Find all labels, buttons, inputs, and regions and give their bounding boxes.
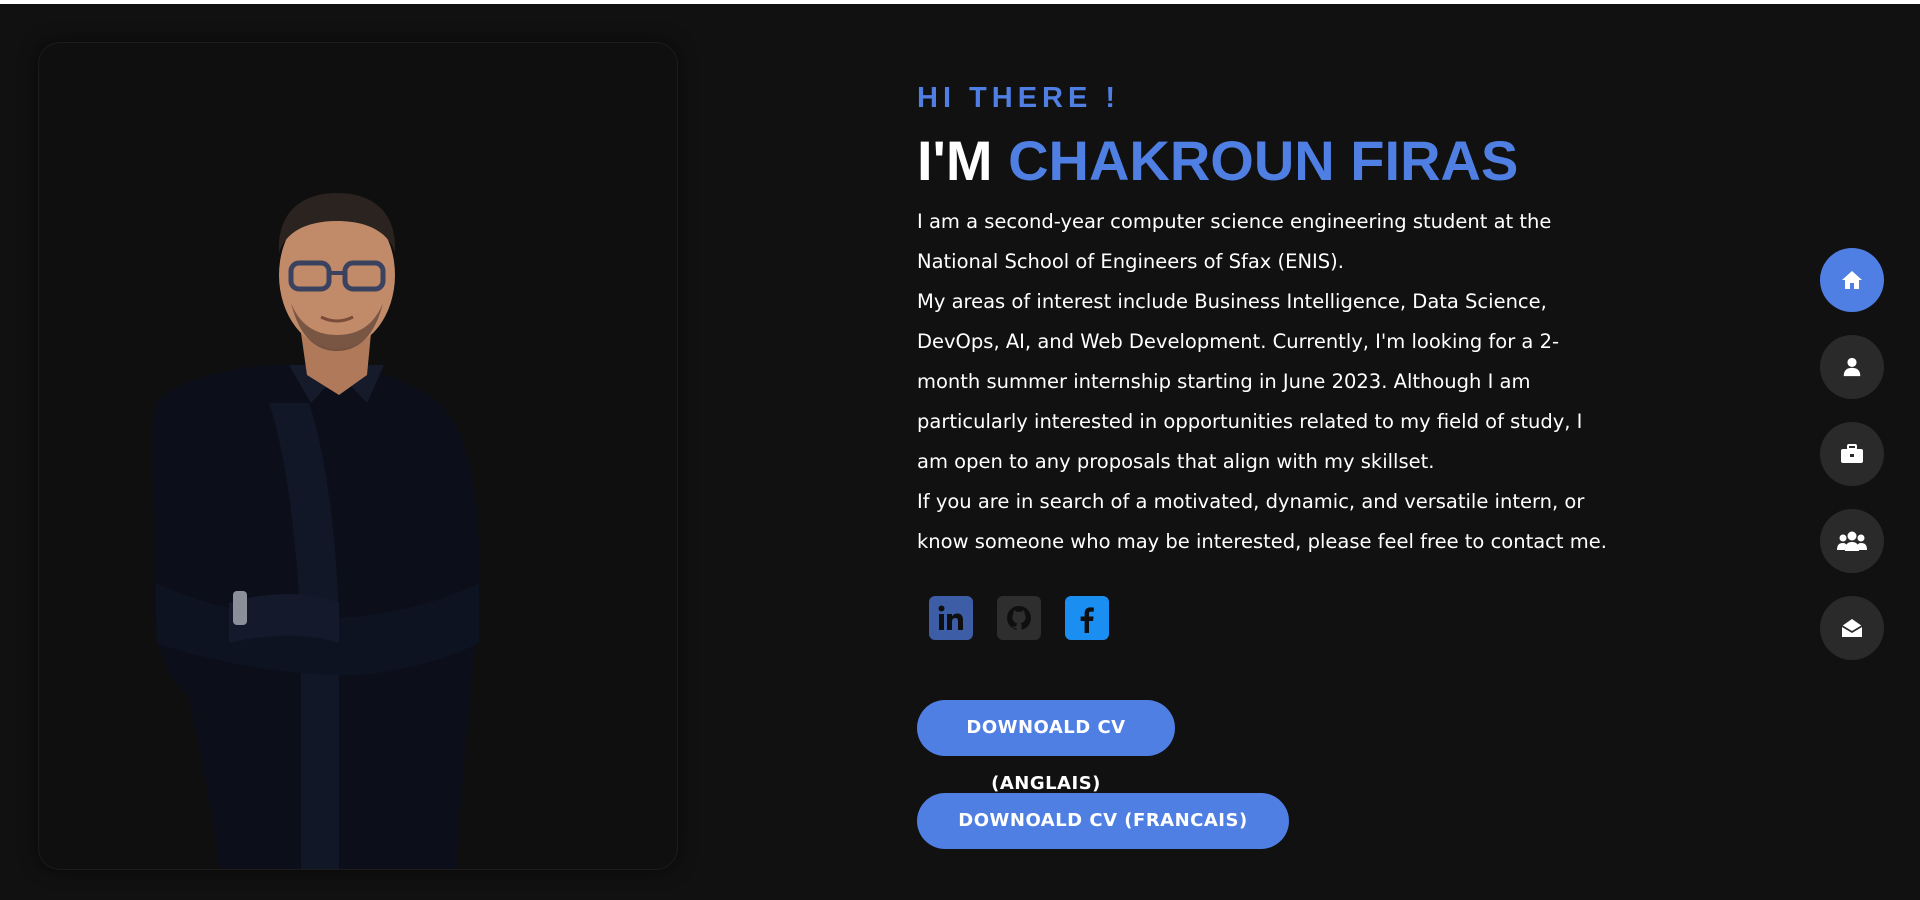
bio: I am a second-year computer science engi… <box>917 202 1617 562</box>
bio-paragraph: My areas of interest include Business In… <box>917 290 1583 473</box>
hero-content: HI THERE ! I'M CHAKROUN FIRAS I am a sec… <box>917 78 1617 851</box>
nav-contact[interactable] <box>1820 596 1884 660</box>
user-icon <box>1843 357 1861 377</box>
facebook-link[interactable] <box>1065 596 1109 640</box>
bio-paragraph: I am a second-year computer science engi… <box>917 210 1552 273</box>
profile-photo-card <box>38 42 678 870</box>
download-cv-french-button[interactable]: DOWNOALD CV (FRANCAIS) <box>917 793 1289 849</box>
nav-about[interactable] <box>1820 335 1884 399</box>
github-link[interactable] <box>997 596 1041 640</box>
facebook-icon <box>1080 607 1094 633</box>
cv-buttons: DOWNOALD CV (ANGLAIS) DOWNOALD CV (FRANC… <box>917 700 1617 851</box>
briefcase-icon <box>1841 444 1863 463</box>
hero-name: I'M CHAKROUN FIRAS <box>917 126 1617 196</box>
envelope-open-icon <box>1841 619 1863 637</box>
github-icon <box>1007 606 1031 630</box>
nav-team[interactable] <box>1820 509 1884 573</box>
linkedin-link[interactable] <box>929 596 973 640</box>
users-icon <box>1837 531 1867 551</box>
download-cv-english-button[interactable]: DOWNOALD CV (ANGLAIS) <box>917 700 1175 794</box>
side-navigation <box>1820 248 1884 683</box>
nav-home[interactable] <box>1820 248 1884 312</box>
bio-paragraph: If you are in search of a motivated, dyn… <box>917 490 1607 553</box>
linkedin-icon <box>938 605 963 630</box>
name-highlight: CHAKROUN FIRAS <box>1008 129 1519 192</box>
top-border <box>0 0 1920 4</box>
greeting: HI THERE ! <box>917 82 1121 114</box>
nav-portfolio[interactable] <box>1820 422 1884 486</box>
name-prefix: I'M <box>917 129 993 192</box>
social-links <box>917 596 1617 640</box>
home-icon <box>1842 271 1862 289</box>
profile-photo <box>151 193 479 869</box>
